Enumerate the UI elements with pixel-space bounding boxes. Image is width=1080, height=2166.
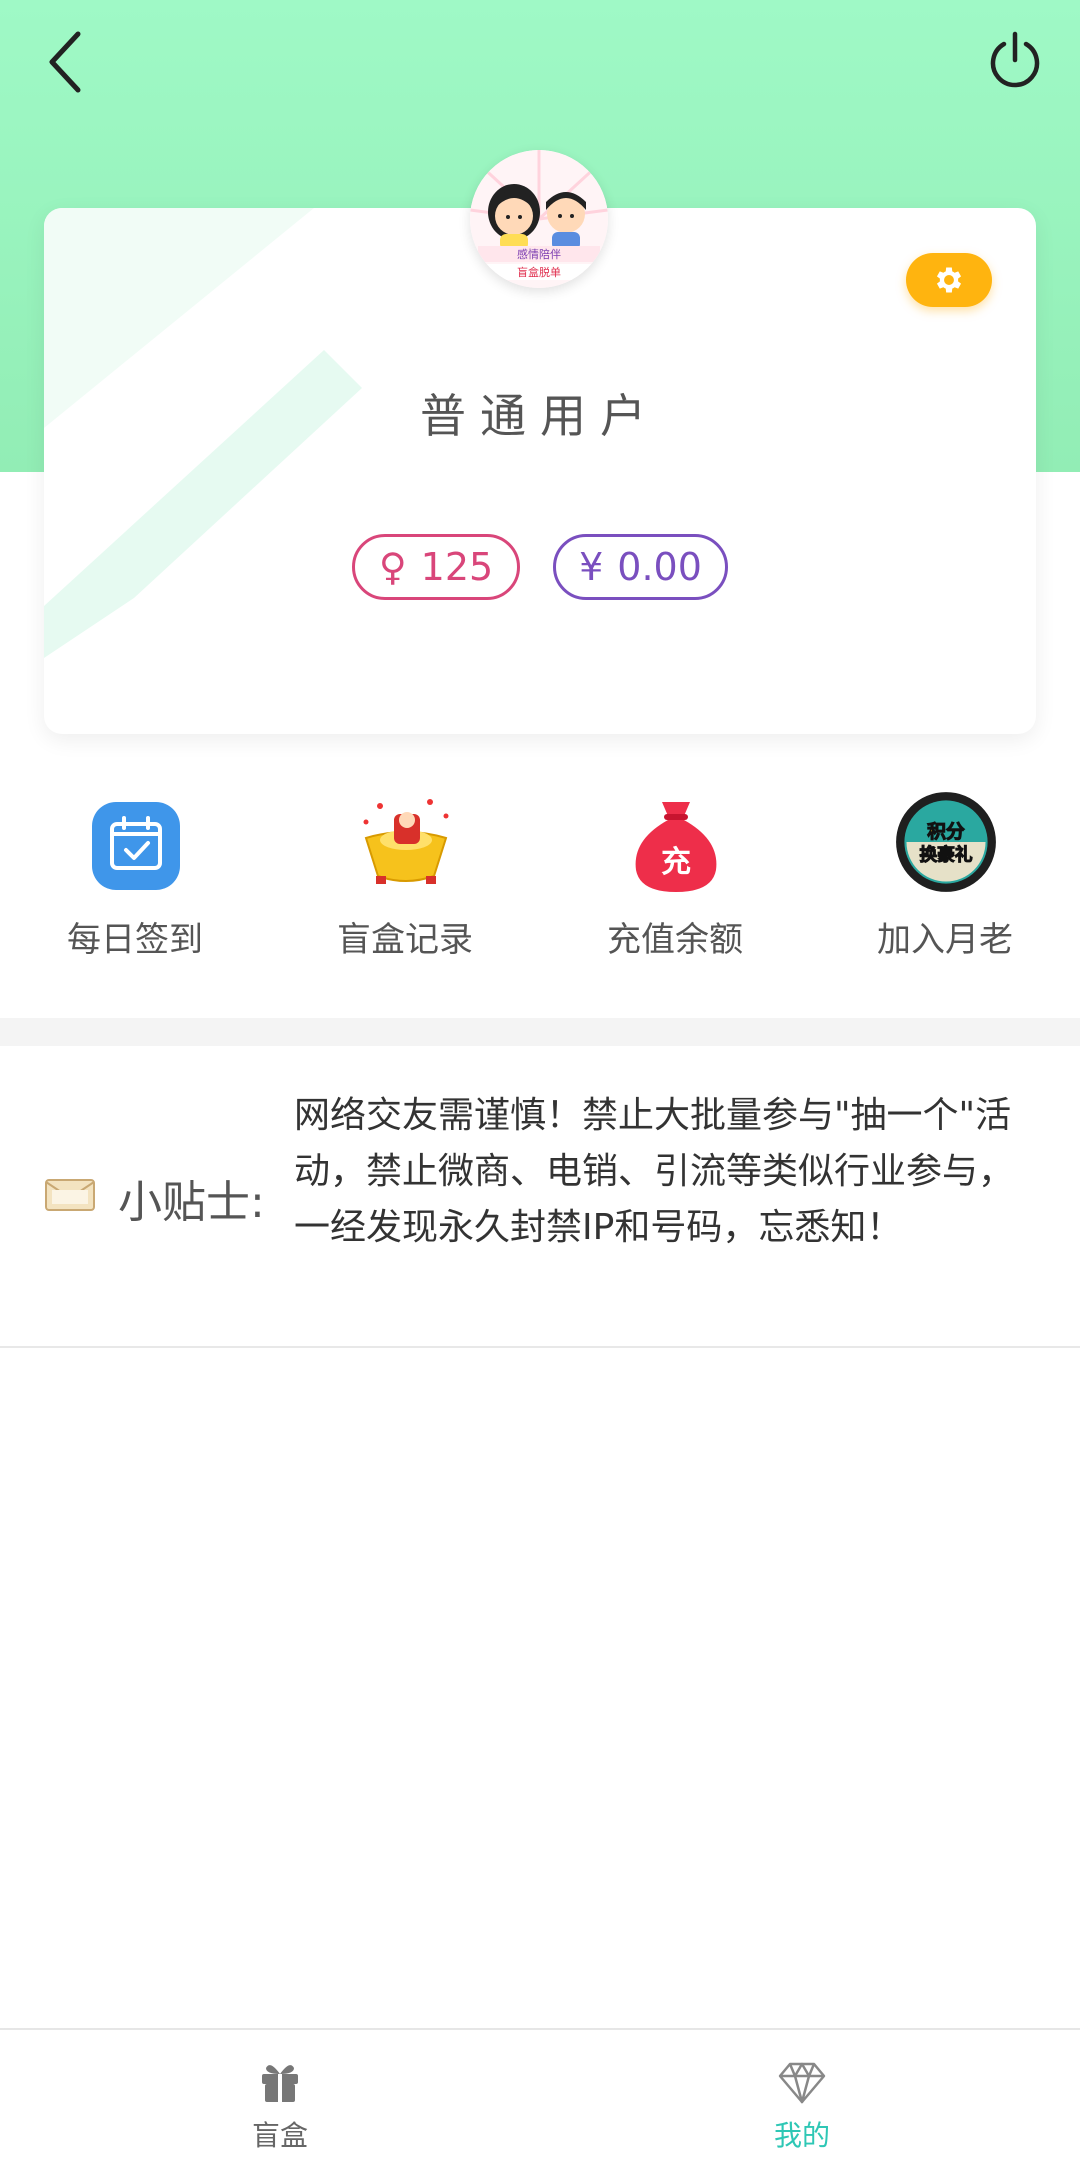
yuan-icon: ¥ bbox=[579, 545, 604, 589]
points-badge[interactable]: ♀ 125 bbox=[352, 534, 520, 600]
svg-text:充: 充 bbox=[661, 845, 691, 880]
gift-icon bbox=[262, 2065, 298, 2102]
calendar-check-icon bbox=[92, 802, 180, 890]
chevron-left-icon bbox=[49, 31, 81, 93]
balance-value: 0.00 bbox=[617, 545, 702, 589]
gold-ingot-icon bbox=[363, 799, 449, 884]
diamond-icon bbox=[778, 2062, 826, 2104]
envelope-icon bbox=[45, 1179, 95, 1211]
svg-text:盲盒脱单: 盲盒脱单 bbox=[517, 265, 561, 279]
quick-item-daily-checkin[interactable]: 每日签到 bbox=[0, 790, 270, 970]
username: 普通用户 bbox=[420, 389, 660, 443]
gear-icon bbox=[936, 267, 962, 293]
svg-text:感情陪伴: 感情陪伴 bbox=[517, 247, 561, 261]
quick-item-label: 盲盒记录 bbox=[337, 920, 473, 960]
quick-item-blindbox-records[interactable]: 盲盒记录 bbox=[270, 790, 540, 970]
quick-item-label: 每日签到 bbox=[67, 920, 203, 960]
logout-button[interactable] bbox=[984, 30, 1046, 92]
section-divider bbox=[0, 1018, 1080, 1046]
female-icon: ♀ bbox=[378, 545, 407, 589]
bottom-tab-bar: 盲盒 我的 bbox=[0, 2028, 1080, 2166]
back-button[interactable] bbox=[38, 28, 98, 98]
svg-text:换豪礼: 换豪礼 bbox=[919, 844, 972, 866]
quick-item-label: 充值余额 bbox=[607, 920, 743, 960]
settings-button[interactable] bbox=[906, 253, 992, 307]
balance-badge[interactable]: ¥ 0.00 bbox=[553, 534, 728, 600]
tab-blindbox[interactable]: 盲盒 bbox=[10, 2030, 550, 2166]
points-gift-badge-icon: 积分 换豪礼 bbox=[896, 792, 996, 892]
tip-label: 小贴士: bbox=[118, 1177, 265, 1228]
tab-label: 我的 bbox=[773, 2119, 830, 2152]
tips-section: 小贴士: 网络交友需谨慎！禁止大批量参与"抽一个"活动，禁止微商、电销、引流等类… bbox=[0, 1046, 1080, 1348]
quick-item-recharge[interactable]: 充 充值余额 bbox=[540, 790, 810, 970]
tip-text: 网络交友需谨慎！禁止大批量参与"抽一个"活动，禁止微商、电销、引流等类似行业参与… bbox=[294, 1095, 1015, 1248]
avatar[interactable]: 感情陪伴 盲盒脱单 bbox=[470, 150, 608, 288]
quick-item-label: 加入月老 bbox=[877, 920, 1013, 960]
tab-label: 盲盒 bbox=[251, 2119, 308, 2152]
tab-mine[interactable]: 我的 bbox=[532, 2030, 1072, 2166]
money-bag-icon: 充 bbox=[635, 802, 717, 892]
svg-text:积分: 积分 bbox=[927, 822, 965, 843]
quick-item-join-matchmaker[interactable]: 积分 换豪礼 加入月老 bbox=[810, 790, 1080, 970]
quick-menu: 每日签到 盲盒记录 充 充值余额 积分 换豪礼 加入月老 bbox=[0, 790, 1080, 970]
power-icon bbox=[990, 31, 1040, 88]
points-value: 125 bbox=[420, 545, 494, 589]
couple-avatar-image: 感情陪伴 盲盒脱单 bbox=[470, 150, 608, 288]
